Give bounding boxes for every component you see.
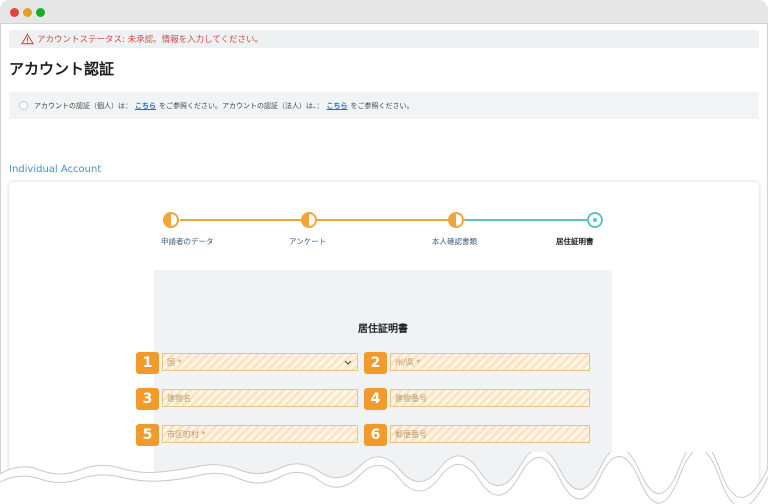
city-input[interactable]: 市区町村 *: [162, 425, 358, 443]
field-badge-2: 2: [364, 352, 387, 374]
country-select[interactable]: 国 *: [162, 353, 358, 371]
account-status-banner: アカウントステータス: 未承認。情報を入力してください。: [9, 30, 759, 48]
section-label: Individual Account: [9, 164, 102, 175]
stepper-line-complete: [180, 219, 465, 221]
maximize-window-button[interactable]: [36, 8, 45, 17]
step-4-node[interactable]: [587, 212, 603, 228]
close-window-button[interactable]: [10, 8, 19, 17]
building-number-placeholder: 建物番号: [395, 393, 427, 403]
minimize-window-button[interactable]: [23, 8, 32, 17]
field-badge-6: 6: [364, 424, 387, 446]
form-title: 居住証明書: [358, 324, 408, 335]
postal-code-input[interactable]: 郵便番号: [390, 425, 590, 443]
warning-triangle-icon: [21, 33, 34, 45]
field-badge-5: 5: [136, 424, 159, 446]
torn-edge-decoration: [0, 452, 768, 504]
step-4-label: 居住証明書: [556, 237, 594, 246]
step-2-node[interactable]: [301, 212, 317, 228]
field-badge-1: 1: [136, 352, 159, 374]
info-text-3: をご参照ください。: [350, 101, 414, 110]
step-3-node[interactable]: [448, 212, 464, 228]
account-status-text: アカウントステータス: 未承認。情報を入力してください。: [37, 35, 264, 45]
page-title: アカウント認証: [9, 60, 115, 78]
building-name-input[interactable]: 建物名: [162, 389, 358, 407]
step-1-node[interactable]: [163, 212, 179, 228]
progress-stepper: 申請者のデータ アンケート 本人確認書類 居住証明書: [9, 182, 759, 246]
postal-code-placeholder: 郵便番号: [395, 429, 427, 439]
chevron-down-icon: [344, 360, 352, 365]
title-bar: [0, 0, 768, 24]
stepper-line-current: [465, 219, 595, 221]
city-placeholder: 市区町村 *: [167, 429, 206, 439]
info-radio[interactable]: [19, 101, 28, 110]
step-1-label: 申請者のデータ: [161, 237, 214, 246]
step-2-label: アンケート: [289, 237, 327, 246]
building-number-input[interactable]: 建物番号: [390, 389, 590, 407]
state-input[interactable]: 州/県 *: [390, 353, 590, 371]
field-badge-4: 4: [364, 388, 387, 410]
state-placeholder: 州/県 *: [395, 357, 421, 367]
corporate-guide-link[interactable]: こちら: [327, 101, 348, 111]
step-3-label: 本人確認書類: [432, 237, 477, 246]
info-text-2: をご参照ください。アカウントの認証（法人）は、：: [159, 101, 324, 110]
individual-guide-link[interactable]: こちら: [135, 101, 156, 111]
building-name-placeholder: 建物名: [167, 393, 191, 403]
account-info-notice: アカウントの認証（個人）は： こちら をご参照ください。アカウントの認証（法人）…: [9, 92, 759, 119]
browser-window: アカウントステータス: 未承認。情報を入力してください。 アカウント認証 アカウ…: [0, 0, 768, 504]
info-text-1: アカウントの認証（個人）は：: [34, 101, 132, 110]
country-placeholder: 国 *: [167, 357, 182, 367]
field-badge-3: 3: [136, 388, 159, 410]
